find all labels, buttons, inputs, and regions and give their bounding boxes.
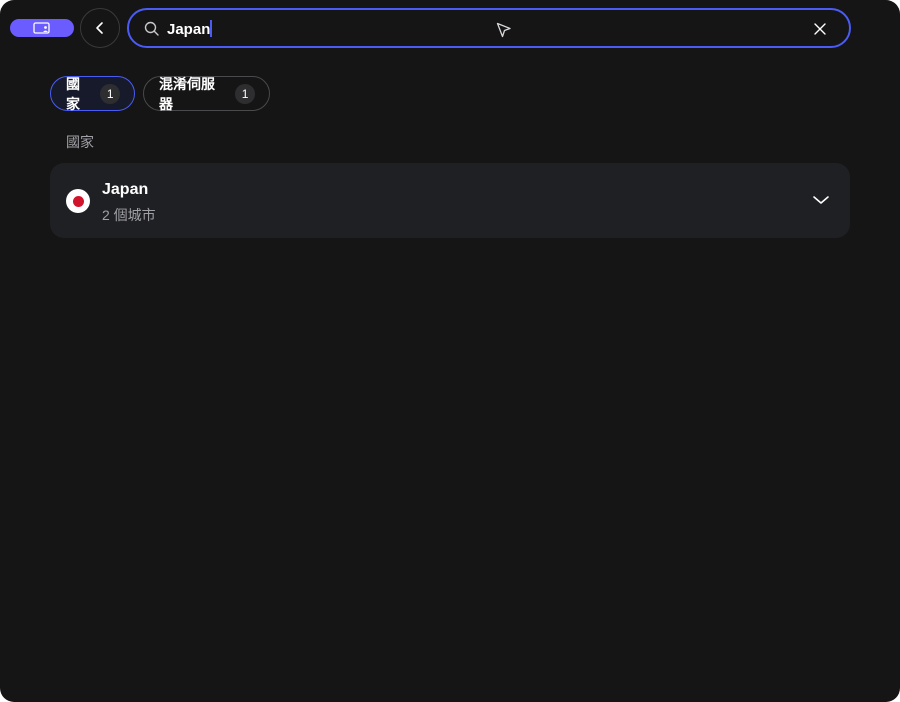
search-input[interactable]: [167, 18, 767, 40]
city-count: 2 個城市: [102, 207, 156, 223]
clear-search-button[interactable]: [811, 20, 829, 38]
app-window: 國家 1 混淆伺服器 1 國家 Japan 2 個城市: [0, 0, 900, 702]
filter-chip-label: 國家: [66, 75, 80, 112]
japan-flag-icon: [66, 189, 90, 213]
search-box[interactable]: [127, 8, 851, 48]
section-heading: 國家: [66, 134, 94, 150]
chevron-down-icon[interactable]: [812, 193, 830, 207]
chevron-left-icon: [96, 22, 103, 34]
flag-circle: [72, 195, 84, 207]
filter-chip-label: 混淆伺服器: [159, 75, 215, 112]
text-caret: [210, 20, 212, 37]
mouse-cursor-icon: [496, 22, 511, 38]
sidebar-toggle-button[interactable]: [10, 19, 74, 37]
filter-count-badge: 1: [235, 83, 255, 104]
filter-chip-obfuscated-servers[interactable]: 混淆伺服器 1: [143, 75, 270, 112]
display-user-icon: [33, 22, 50, 34]
filter-chip-countries[interactable]: 國家 1: [50, 75, 135, 112]
close-icon: [814, 23, 826, 35]
filter-count-badge: 1: [100, 83, 120, 104]
country-row-japan[interactable]: Japan 2 個城市: [50, 163, 850, 238]
search-icon: [144, 21, 159, 36]
country-name: Japan: [102, 181, 149, 198]
back-button[interactable]: [80, 8, 120, 48]
